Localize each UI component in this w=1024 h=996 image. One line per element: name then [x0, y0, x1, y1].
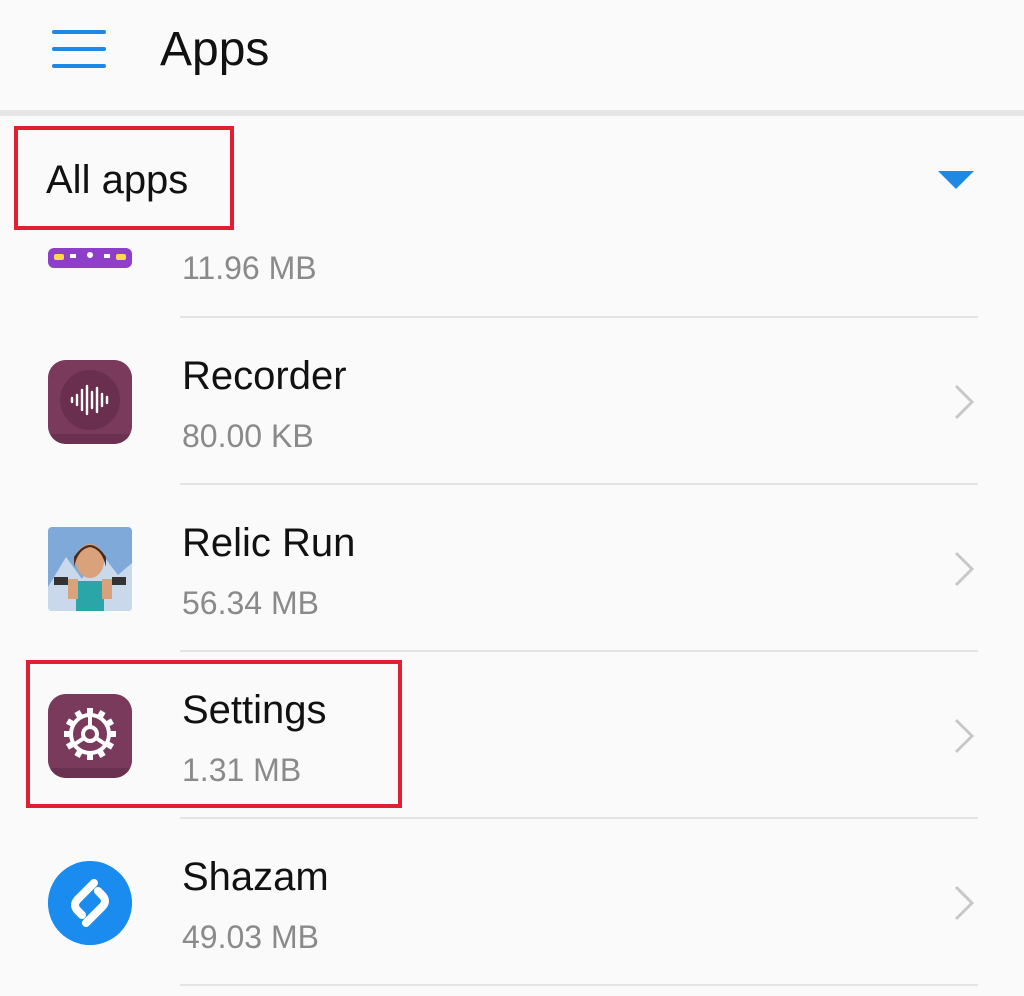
- apps-screen: Apps All apps 11.96 MB Recorder 80.00 KB…: [0, 0, 1024, 996]
- bus-app-icon: [48, 244, 132, 288]
- app-size: 56.34 MB: [182, 585, 319, 621]
- list-item-recorder[interactable]: Recorder 80.00 KB: [0, 318, 1024, 485]
- app-size: 11.96 MB: [182, 250, 317, 286]
- list-item-settings[interactable]: Settings 1.31 MB: [0, 652, 1024, 819]
- chevron-right-icon: [954, 551, 975, 587]
- list-item-shazam[interactable]: Shazam 49.03 MB: [0, 819, 1024, 986]
- app-name: Settings: [182, 688, 327, 732]
- divider: [180, 984, 978, 986]
- app-list[interactable]: 11.96 MB Recorder 80.00 KB Relic Run 56.…: [0, 244, 1024, 996]
- recorder-icon: [48, 360, 132, 444]
- app-size: 49.03 MB: [182, 919, 319, 955]
- chevron-right-icon: [954, 384, 975, 420]
- app-filter-dropdown[interactable]: All apps: [0, 116, 1024, 244]
- filter-highlight-box: [14, 126, 234, 230]
- top-app-bar: Apps: [0, 0, 1024, 110]
- app-size: 1.31 MB: [182, 752, 302, 788]
- dropdown-triangle-icon[interactable]: [938, 171, 974, 189]
- settings-gear-icon: [48, 694, 132, 778]
- relic-run-icon: [48, 527, 132, 611]
- chevron-right-icon: [954, 885, 975, 921]
- chevron-right-icon: [954, 718, 975, 754]
- app-name: Shazam: [182, 855, 329, 899]
- hamburger-menu-icon[interactable]: [52, 28, 106, 70]
- app-name: Recorder: [182, 354, 347, 398]
- app-size: 80.00 KB: [182, 418, 314, 454]
- page-title: Apps: [160, 23, 270, 76]
- shazam-icon: [48, 861, 132, 945]
- list-item-relic-run[interactable]: Relic Run 56.34 MB: [0, 485, 1024, 652]
- app-name: Relic Run: [182, 521, 356, 565]
